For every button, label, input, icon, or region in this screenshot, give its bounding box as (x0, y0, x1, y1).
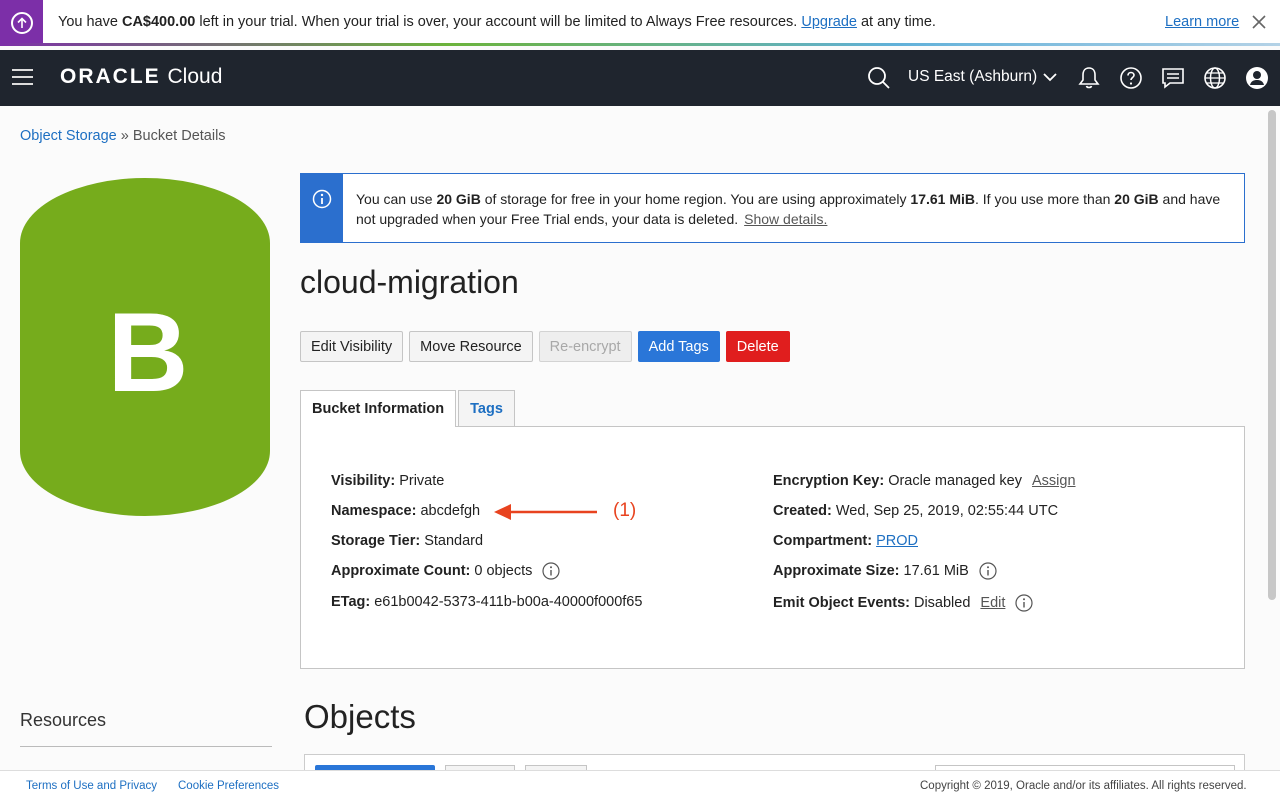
namespace-value: abcdefgh (420, 503, 481, 519)
namespace-row: Namespace: abcdefgh (331, 503, 481, 519)
trial-banner: You have CA$400.00 left in your trial. W… (0, 0, 1280, 46)
compartment-row: Compartment: PROD (773, 533, 918, 549)
info-banner-text: You can use 20 GiB of storage for free i… (356, 191, 1221, 227)
created-value: Wed, Sep 25, 2019, 02:55:44 UTC (835, 503, 1059, 519)
resources-heading: Resources (20, 710, 107, 730)
page-footer: Terms of Use and Privacy Cookie Preferen… (0, 770, 1280, 800)
breadcrumb: Object Storage » Bucket Details (20, 128, 226, 144)
emit-object-events-value: Disabled (913, 595, 971, 611)
info-icon[interactable] (542, 562, 561, 580)
upgrade-link[interactable]: Upgrade (801, 14, 857, 30)
trial-accent (0, 0, 43, 45)
chevron-down-icon (1043, 73, 1057, 82)
upgrade-arrow-icon (10, 11, 33, 34)
feedback-chat-icon[interactable] (1160, 65, 1186, 91)
storage-tier-row: Storage Tier: Standard (331, 533, 484, 549)
top-navigation-bar: ORACLE Cloud US East (Ashburn) (0, 50, 1280, 106)
move-resource-button[interactable]: Move Resource (409, 331, 533, 362)
show-details-link[interactable]: Show details. (744, 211, 827, 227)
divider (20, 746, 272, 747)
terms-of-use-link[interactable]: Terms of Use and Privacy (26, 780, 157, 792)
help-icon[interactable] (1118, 65, 1144, 91)
bucket-actions-toolbar: Edit Visibility Move Resource Re-encrypt… (300, 331, 790, 362)
page-title: cloud-migration (300, 264, 519, 300)
search-icon[interactable] (866, 65, 892, 91)
approximate-count-value: 0 objects (474, 563, 533, 579)
trial-progress-strip (0, 43, 1280, 46)
delete-button[interactable]: Delete (725, 331, 790, 362)
edit-events-link[interactable]: Edit (980, 595, 1005, 611)
breadcrumb-separator: » (116, 128, 133, 144)
trial-text: at any time. (856, 14, 936, 30)
encryption-key-row: Encryption Key: Oracle managed key Assign (773, 473, 1076, 489)
edit-visibility-button[interactable]: Edit Visibility (300, 331, 404, 362)
encryption-key-value: Oracle managed key (888, 473, 1022, 489)
created-row: Created: Wed, Sep 25, 2019, 02:55:44 UTC (773, 503, 1059, 519)
visibility-value: Private (399, 473, 445, 489)
page-scrollbar[interactable] (1268, 110, 1276, 600)
compartment-link[interactable]: PROD (876, 533, 918, 549)
close-icon[interactable] (1250, 13, 1268, 31)
info-banner-accent (301, 174, 343, 242)
tab-tags[interactable]: Tags (458, 390, 515, 426)
etag-value: e61b0042-5373-411b-b00a-40000f000f65 (374, 594, 643, 610)
objects-heading: Objects (304, 698, 416, 735)
cookie-preferences-link[interactable]: Cookie Preferences (178, 780, 279, 792)
learn-more-link[interactable]: Learn more (1165, 14, 1239, 30)
user-profile-icon[interactable] (1244, 65, 1270, 91)
menu-icon[interactable] (12, 69, 33, 86)
oracle-cloud-logo[interactable]: ORACLE Cloud (60, 65, 222, 89)
region-selector[interactable]: US East (Ashburn) (908, 68, 1057, 86)
visibility-row: Visibility: Private (331, 473, 445, 489)
trial-message: You have CA$400.00 left in your trial. W… (58, 14, 936, 30)
tab-bucket-information[interactable]: Bucket Information (300, 390, 457, 427)
info-icon (312, 189, 332, 209)
approximate-count-row: Approximate Count: 0 objects (331, 562, 561, 580)
storage-tier-value: Standard (424, 533, 484, 549)
add-tags-button[interactable]: Add Tags (637, 331, 720, 362)
etag-row: ETag: e61b0042-5373-411b-b00a-40000f000f6… (331, 594, 643, 610)
detail-tabs: Bucket Information Tags (300, 390, 515, 427)
language-globe-icon[interactable] (1202, 65, 1228, 91)
info-icon[interactable] (1015, 594, 1034, 612)
approximate-size-row: Approximate Size: 17.61 MiB (773, 562, 997, 580)
breadcrumb-current: Bucket Details (132, 128, 226, 144)
assign-key-link[interactable]: Assign (1032, 473, 1076, 489)
bucket-letter: B (108, 290, 189, 415)
re-encrypt-button: Re-encrypt (538, 331, 632, 362)
trial-text: You have (58, 14, 122, 30)
copyright-text: Copyright © 2019, Oracle and/or its affi… (920, 780, 1247, 792)
annotation-arrow-icon (494, 504, 597, 520)
emit-object-events-row: Emit Object Events: Disabled Edit (773, 594, 1034, 612)
info-icon[interactable] (979, 562, 997, 580)
approximate-size-value: 17.61 MiB (903, 563, 969, 579)
breadcrumb-object-storage-link[interactable]: Object Storage (20, 128, 117, 144)
trial-text: left in your trial. When your trial is o… (195, 14, 802, 30)
annotation-label: (1) (613, 500, 637, 521)
notifications-bell-icon[interactable] (1076, 65, 1102, 91)
region-label: US East (Ashburn) (908, 68, 1038, 85)
trial-amount: CA$400.00 (121, 14, 196, 30)
bucket-icon: B (20, 178, 270, 516)
free-tier-info-banner: You can use 20 GiB of storage for free i… (300, 173, 1245, 243)
